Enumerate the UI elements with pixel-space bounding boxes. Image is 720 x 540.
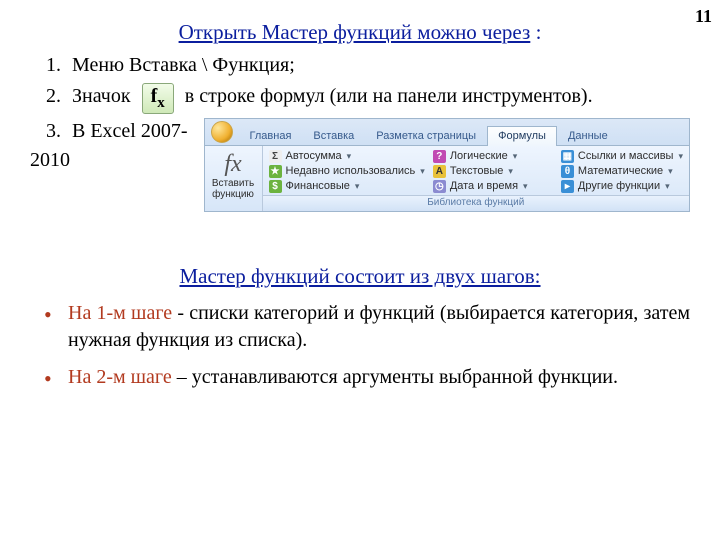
- step2-highlight: На 2-м шаге: [68, 366, 172, 388]
- method-fx-icon: Значок fx в строке формул (или на панели…: [66, 83, 690, 114]
- cmd-lookup-label: Ссылки и массивы: [578, 151, 674, 162]
- method-menu: Меню Вставка \ Функция;: [66, 52, 690, 79]
- cmd-financial[interactable]: $Финансовые▾: [269, 180, 425, 193]
- method-fx-text-before: Значок: [72, 85, 131, 107]
- cmd-logical-label: Логические: [450, 151, 508, 162]
- chevron-down-icon: ▾: [513, 152, 518, 161]
- cmd-other-label: Другие функции: [578, 181, 660, 192]
- tab-data[interactable]: Данные: [557, 126, 619, 146]
- chevron-down-icon: ▾: [355, 182, 360, 191]
- step-1: На 1-м шаге - списки категорий и функций…: [42, 300, 690, 354]
- cmd-lookup[interactable]: ▦Ссылки и массивы▾: [561, 150, 683, 163]
- chevron-down-icon: ▾: [665, 182, 670, 191]
- cmd-autosum[interactable]: ΣАвтосумма▾: [269, 150, 425, 163]
- tab-formulas[interactable]: Формулы: [487, 126, 557, 146]
- method-fx-text-after: в строке формул (или на панели инструмен…: [185, 85, 593, 107]
- function-library-group: ΣАвтосумма▾ ?Логические▾ ▦Ссылки и масси…: [263, 146, 689, 211]
- insert-function-button[interactable]: fx Вставитьфункцию: [205, 146, 263, 211]
- cmd-datetime-label: Дата и время: [450, 181, 518, 192]
- chevron-down-icon: ▾: [668, 167, 673, 176]
- fx-icon: fx: [142, 83, 174, 114]
- fx-large-icon: fx: [224, 152, 241, 176]
- step1-highlight: На 1-м шаге: [68, 302, 172, 324]
- method-excel2007: В Excel 2007- 2010: [30, 118, 188, 174]
- heading-open-wizard: Открыть Мастер функций можно через :: [30, 18, 690, 46]
- cmd-text[interactable]: AТекстовые▾: [433, 165, 553, 178]
- cmd-logical[interactable]: ?Логические▾: [433, 150, 553, 163]
- tab-insert[interactable]: Вставка: [302, 126, 365, 146]
- fx-sub: x: [157, 95, 165, 111]
- chevron-down-icon: ▾: [347, 152, 352, 161]
- chevron-down-icon: ▾: [508, 167, 513, 176]
- steps-list: На 1-м шаге - списки категорий и функций…: [42, 300, 690, 391]
- chevron-down-icon: ▾: [420, 167, 425, 176]
- cmd-math-label: Математические: [578, 166, 663, 177]
- year-2010: 2010: [30, 147, 188, 174]
- cmd-financial-label: Финансовые: [286, 181, 350, 192]
- cmd-datetime[interactable]: ◷Дата и время▾: [433, 180, 553, 193]
- step-2: На 2-м шаге – устанавливаются аргументы …: [42, 364, 690, 391]
- cmd-math[interactable]: θМатематические▾: [561, 165, 683, 178]
- method-3-item: В Excel 2007-: [66, 118, 188, 145]
- heading-underlined: Открыть Мастер функций можно через: [179, 20, 531, 44]
- heading2-text: Мастер функций состоит из двух шагов:: [179, 264, 540, 288]
- ribbon-groups: fx Вставитьфункцию ΣАвтосумма▾ ?Логическ…: [205, 146, 689, 211]
- group-caption: Библиотека функций: [263, 195, 689, 211]
- method-3-list: В Excel 2007-: [66, 118, 188, 145]
- office-button-icon[interactable]: [211, 121, 233, 143]
- cmd-other[interactable]: ▸Другие функции▾: [561, 180, 683, 193]
- tab-page-layout[interactable]: Разметка страницы: [365, 126, 487, 146]
- step2-rest: – устанавливаются аргументы выбранной фу…: [172, 366, 618, 388]
- cmd-recent[interactable]: ★Недавно использовались▾: [269, 165, 425, 178]
- cmd-recent-label: Недавно использовались: [286, 166, 416, 177]
- open-methods-list: Меню Вставка \ Функция; Значок fx в стро…: [66, 52, 690, 114]
- page-number: 11: [695, 4, 712, 28]
- chevron-down-icon: ▾: [678, 152, 683, 161]
- heading-two-steps: Мастер функций состоит из двух шагов:: [30, 262, 690, 290]
- insert-fn-lbl2: функцию: [212, 189, 254, 200]
- heading-trail: :: [530, 20, 541, 44]
- chevron-down-icon: ▾: [523, 182, 528, 191]
- cmd-text-label: Текстовые: [450, 166, 504, 177]
- excel-ribbon: Главная Вставка Разметка страницы Формул…: [204, 118, 690, 212]
- cmd-autosum-label: Автосумма: [286, 151, 342, 162]
- ribbon-tabs: Главная Вставка Разметка страницы Формул…: [205, 119, 689, 146]
- tab-home[interactable]: Главная: [239, 126, 303, 146]
- insert-fn-lbl1: Вставить: [212, 178, 254, 189]
